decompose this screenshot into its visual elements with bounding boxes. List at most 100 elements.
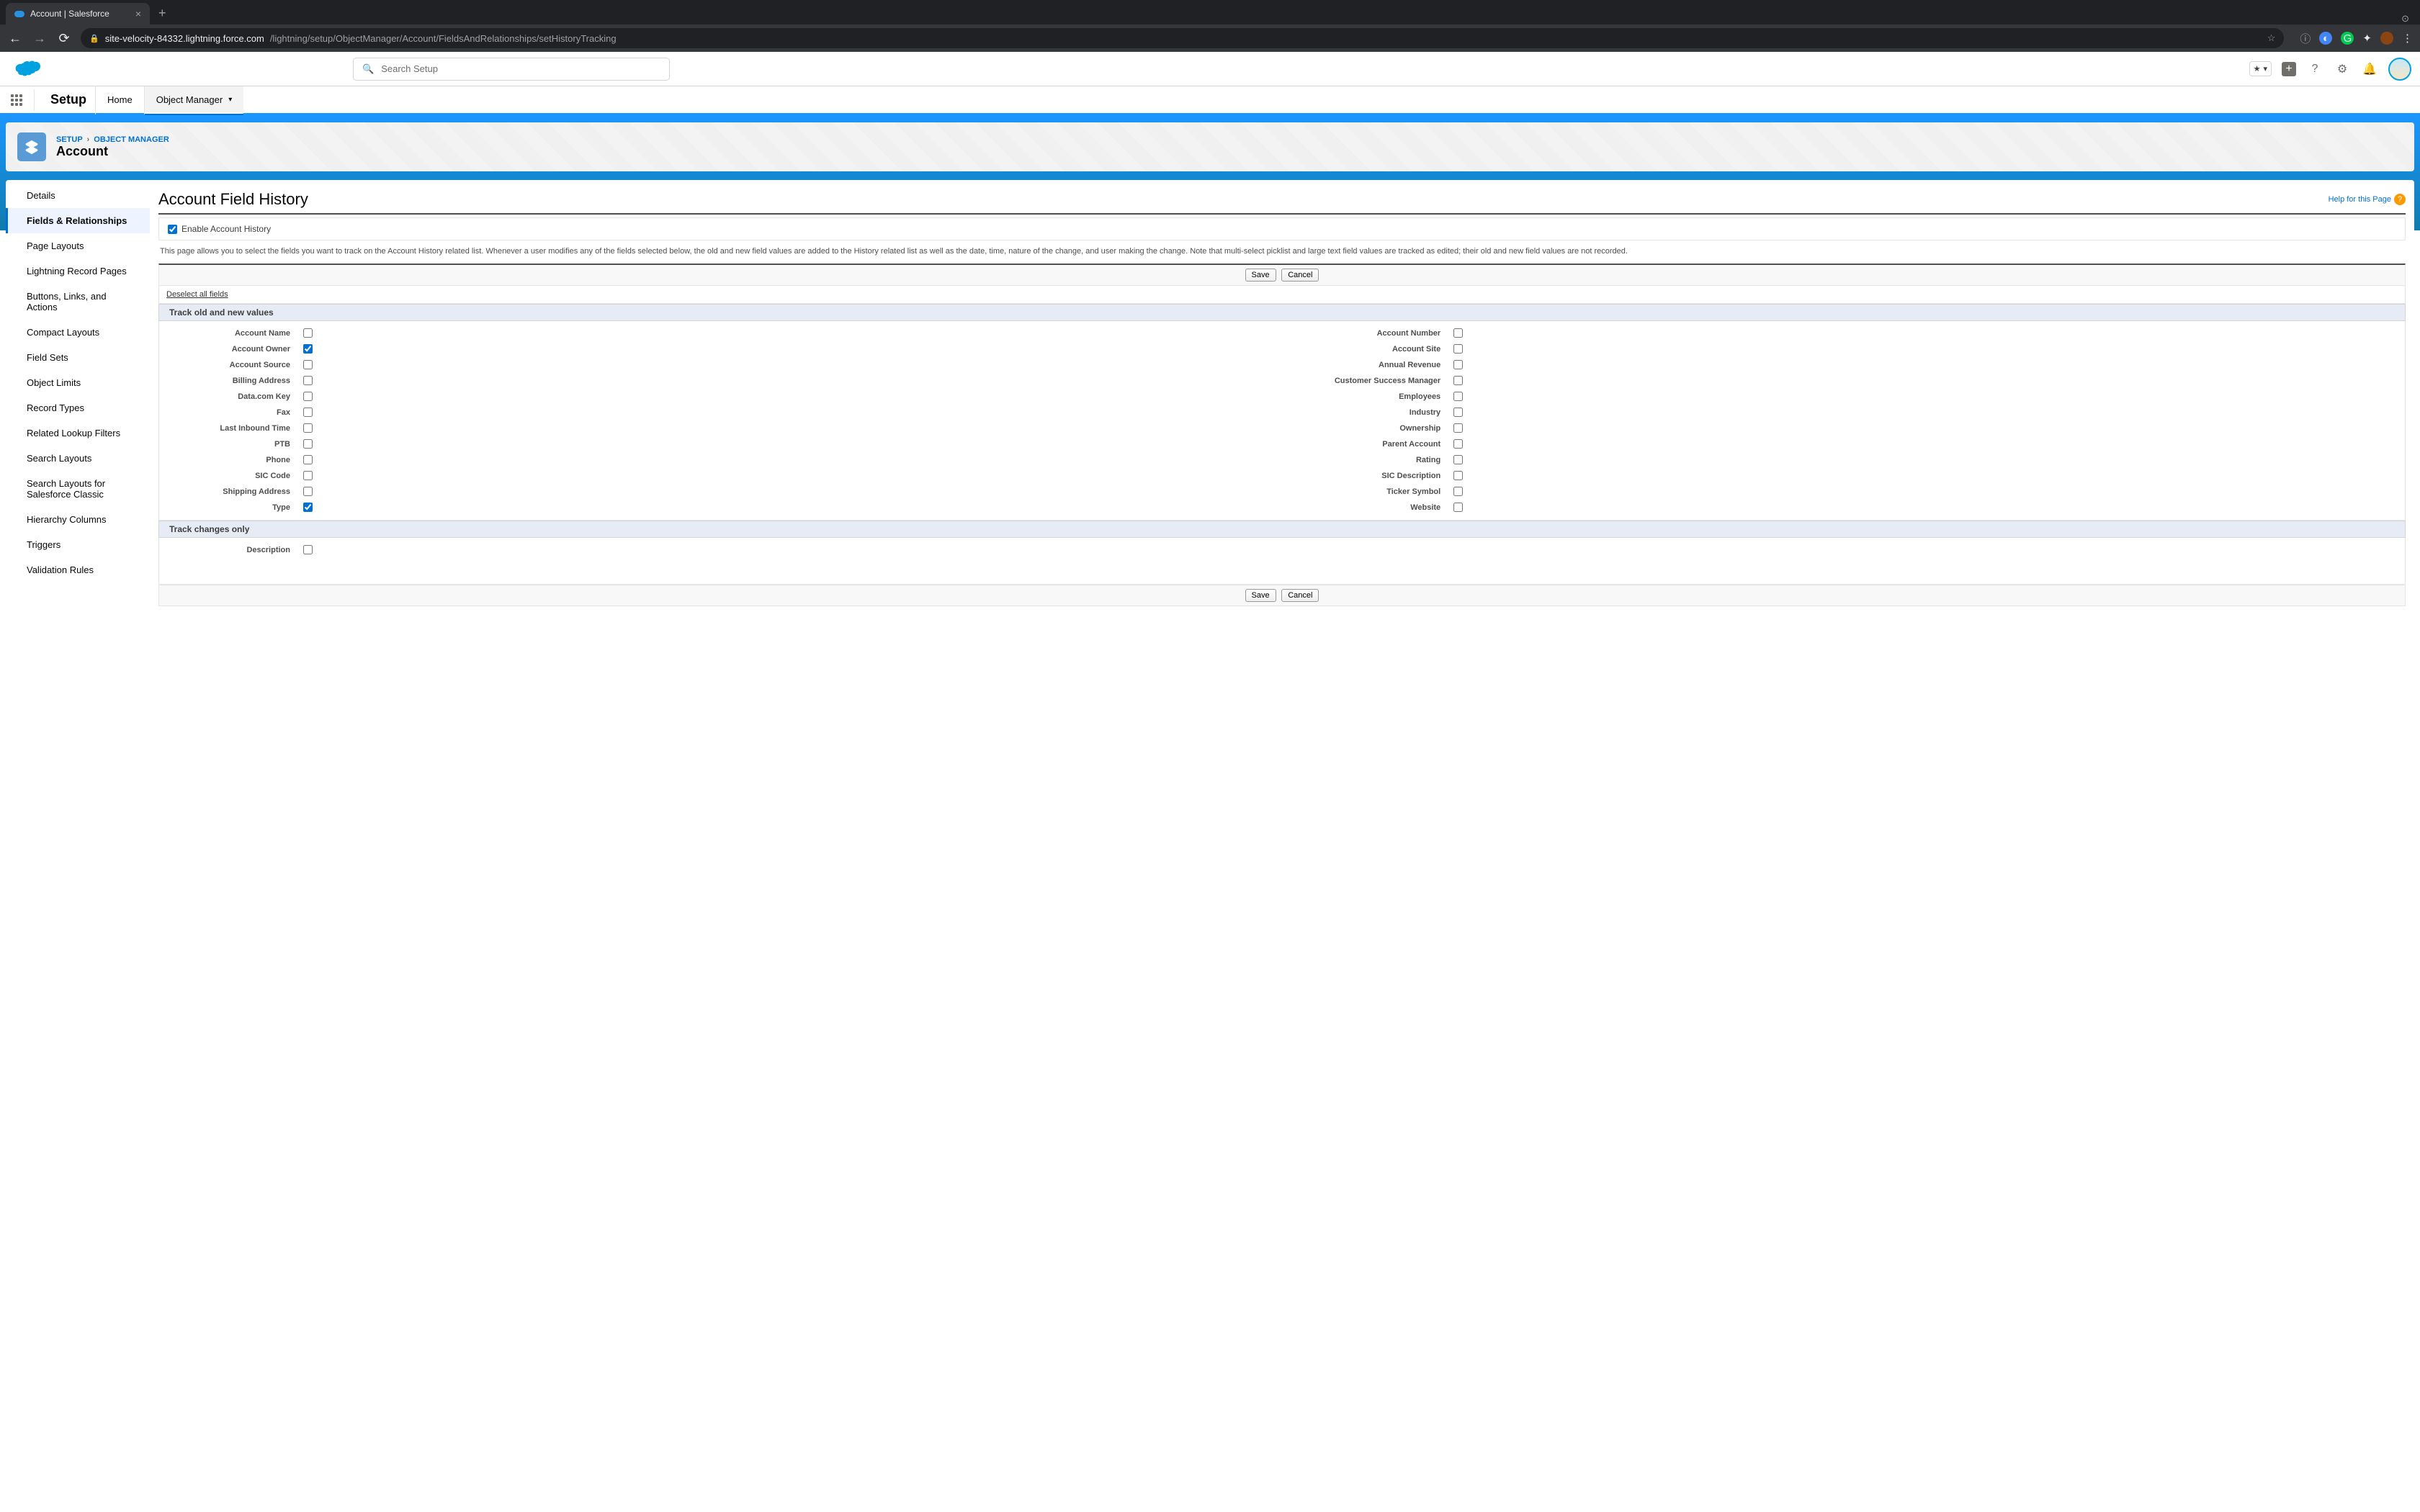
field-label: Website — [1057, 503, 1453, 512]
breadcrumb-setup[interactable]: SETUP — [56, 135, 82, 144]
save-button[interactable]: Save — [1245, 269, 1276, 282]
star-icon[interactable]: ☆ — [2267, 32, 2276, 44]
sidebar-item[interactable]: Search Layouts for Salesforce Classic — [6, 471, 150, 507]
enable-history-label: Enable Account History — [182, 224, 271, 234]
field-checkbox[interactable] — [303, 392, 313, 401]
help-icon[interactable]: ? — [2306, 60, 2323, 78]
sidebar-item[interactable]: Lightning Record Pages — [6, 258, 150, 284]
extension-2-icon[interactable]: G — [2341, 32, 2354, 45]
field-label: Phone — [159, 456, 303, 464]
extension-1-icon[interactable]: ◐ — [2319, 32, 2332, 45]
info-icon[interactable]: ⓘ — [2300, 31, 2311, 46]
new-tab-button[interactable]: + — [150, 2, 175, 24]
field-checkbox[interactable] — [303, 344, 313, 354]
extensions-icon[interactable]: ✦ — [2362, 32, 2372, 45]
sidebar-item[interactable]: Object Limits — [6, 370, 150, 395]
field-checkbox[interactable] — [303, 545, 313, 554]
sidebar-item[interactable]: Record Types — [6, 395, 150, 420]
reload-button[interactable]: ⟳ — [56, 31, 72, 46]
save-button-bottom[interactable]: Save — [1245, 589, 1276, 602]
field-checkbox[interactable] — [1453, 408, 1463, 417]
salesforce-logo-icon[interactable] — [9, 58, 43, 81]
field-row: Account Owner — [159, 341, 1057, 357]
field-checkbox[interactable] — [1453, 360, 1463, 369]
field-checkbox[interactable] — [1453, 471, 1463, 480]
field-checkbox[interactable] — [1453, 439, 1463, 449]
sidebar-item[interactable]: Triggers — [6, 532, 150, 557]
page-title: Account — [56, 144, 169, 159]
field-label: SIC Code — [159, 472, 303, 480]
tab-object-manager[interactable]: Object Manager ▾ — [144, 86, 244, 115]
favorites-button[interactable]: ★▾ — [2249, 61, 2272, 76]
cancel-button-bottom[interactable]: Cancel — [1281, 589, 1319, 602]
window-control-icon[interactable]: ⊙ — [2401, 13, 2420, 24]
global-actions-button[interactable]: + — [2282, 62, 2296, 76]
sidebar-item[interactable]: Details — [6, 183, 150, 208]
field-label: Fax — [159, 408, 303, 417]
avatar[interactable] — [2388, 58, 2411, 81]
field-checkbox[interactable] — [303, 439, 313, 449]
forward-button[interactable]: → — [32, 31, 48, 46]
back-button[interactable]: ← — [7, 31, 23, 46]
field-checkbox[interactable] — [303, 408, 313, 417]
description-text: This page allows you to select the field… — [160, 246, 2404, 258]
enable-history-row: Enable Account History — [158, 217, 2406, 240]
gear-icon[interactable]: ⚙ — [2334, 60, 2351, 78]
field-row: Last Inbound Time — [159, 420, 1057, 436]
sidebar-item[interactable]: Page Layouts — [6, 233, 150, 258]
field-checkbox[interactable] — [1453, 503, 1463, 512]
enable-history-checkbox[interactable] — [168, 225, 177, 234]
field-checkbox[interactable] — [1453, 328, 1463, 338]
sidebar-item[interactable]: Related Lookup Filters — [6, 420, 150, 446]
field-checkbox[interactable] — [1453, 376, 1463, 385]
field-checkbox[interactable] — [1453, 455, 1463, 464]
field-checkbox[interactable] — [1453, 423, 1463, 433]
field-checkbox[interactable] — [303, 471, 313, 480]
browser-tab[interactable]: Account | Salesforce × — [6, 3, 150, 24]
field-checkbox[interactable] — [303, 455, 313, 464]
field-checkbox[interactable] — [1453, 344, 1463, 354]
sidebar-item[interactable]: Fields & Relationships — [6, 208, 150, 233]
salesforce-favicon-icon — [14, 11, 24, 17]
sidebar-item[interactable]: Search Layouts — [6, 446, 150, 471]
tab-title: Account | Salesforce — [30, 9, 109, 19]
field-label: Account Name — [159, 329, 303, 338]
field-label: SIC Description — [1057, 472, 1453, 480]
sidebar-item[interactable]: Buttons, Links, and Actions — [6, 284, 150, 320]
cancel-button[interactable]: Cancel — [1281, 269, 1319, 282]
field-label: Data.com Key — [159, 392, 303, 401]
field-checkbox[interactable] — [303, 503, 313, 512]
breadcrumb-object-manager[interactable]: OBJECT MANAGER — [94, 135, 169, 144]
field-checkbox[interactable] — [1453, 487, 1463, 496]
field-checkbox[interactable] — [303, 328, 313, 338]
help-link[interactable]: Help for this Page ? — [2329, 194, 2406, 205]
field-checkbox[interactable] — [303, 423, 313, 433]
close-tab-icon[interactable]: × — [135, 8, 141, 19]
sidebar-item[interactable]: Validation Rules — [6, 557, 150, 582]
sidebar-item[interactable]: Field Sets — [6, 345, 150, 370]
field-row: Account Site — [1057, 341, 2405, 357]
help-icon: ? — [2394, 194, 2406, 205]
section-track-changes: Track changes only — [158, 521, 2406, 538]
tab-home[interactable]: Home — [95, 86, 144, 114]
url-input[interactable]: 🔒 site-velocity-84332.lightning.force.co… — [81, 28, 2284, 48]
field-checkbox[interactable] — [303, 376, 313, 385]
bell-icon[interactable]: 🔔 — [2361, 60, 2378, 78]
menu-icon[interactable]: ⋮ — [2402, 32, 2413, 45]
field-row: Type — [159, 500, 1057, 516]
field-checkbox[interactable] — [303, 360, 313, 369]
search-placeholder: Search Setup — [381, 63, 438, 74]
field-checkbox[interactable] — [1453, 392, 1463, 401]
deselect-all-link[interactable]: Deselect all fields — [158, 286, 2406, 304]
field-row: Ownership — [1057, 420, 2405, 436]
field-checkbox[interactable] — [303, 487, 313, 496]
field-label: Ownership — [1057, 424, 1453, 433]
profile-icon[interactable] — [2380, 32, 2393, 45]
field-row: Rating — [1057, 452, 2405, 468]
sidebar-item[interactable]: Compact Layouts — [6, 320, 150, 345]
app-launcher-icon[interactable] — [6, 89, 35, 111]
search-input[interactable]: 🔍 Search Setup — [353, 58, 670, 81]
field-row: Data.com Key — [159, 389, 1057, 405]
field-row: PTB — [159, 436, 1057, 452]
sidebar-item[interactable]: Hierarchy Columns — [6, 507, 150, 532]
